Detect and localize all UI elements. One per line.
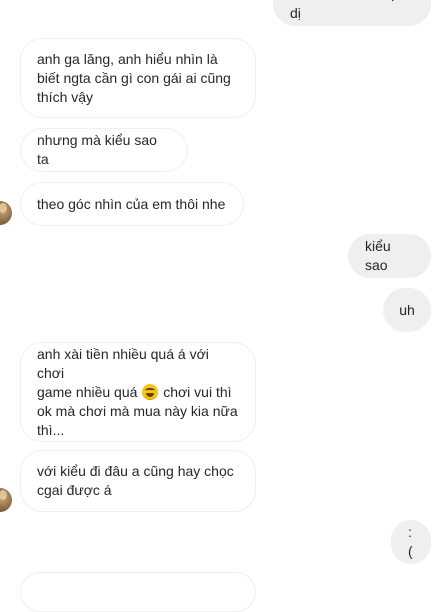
message-text: :(	[408, 524, 413, 559]
message-text: uh	[399, 301, 415, 318]
message-text: nhưng mà kiểu sao ta	[37, 132, 157, 167]
grimacing-face-icon	[142, 383, 159, 400]
message-bubble-incoming[interactable]: anh ga lăng, anh hiểu nhìn là biết ngta …	[20, 38, 256, 118]
message-bubble-incoming[interactable]: theo góc nhìn của em thôi nhe	[20, 182, 244, 226]
message-text: kiểu sao	[365, 238, 391, 273]
sender-avatar[interactable]	[0, 488, 12, 512]
message-bubble-incoming[interactable]: nhưng mà kiểu sao ta	[20, 128, 188, 172]
message-text: A coi e như e ruột dị	[290, 0, 401, 21]
message-bubble-outgoing[interactable]: A coi e như e ruột dị	[273, 0, 431, 26]
sender-avatar[interactable]	[0, 201, 12, 225]
message-bubble-incoming[interactable]	[20, 572, 256, 612]
message-text: anh ga lăng, anh hiểu nhìn là biết ngta …	[37, 50, 231, 105]
message-bubble-outgoing[interactable]: kiểu sao	[348, 234, 431, 278]
message-bubble-incoming[interactable]: anh xài tiền nhiều quá á với chơi game n…	[20, 342, 256, 442]
message-text: theo góc nhìn của em thôi nhe	[37, 195, 226, 212]
message-thread: A coi e như e ruột dị anh ga lăng, anh h…	[0, 0, 444, 612]
message-bubble-outgoing[interactable]: uh	[383, 288, 431, 332]
message-bubble-incoming[interactable]: với kiểu đi đâu a cũng hay chọc cgai đượ…	[20, 450, 256, 512]
message-text: với kiểu đi đâu a cũng hay chọc cgai đượ…	[37, 463, 234, 498]
message-text: anh xài tiền nhiều quá á với chơi game n…	[37, 345, 239, 440]
message-bubble-outgoing[interactable]: :(	[391, 520, 431, 564]
